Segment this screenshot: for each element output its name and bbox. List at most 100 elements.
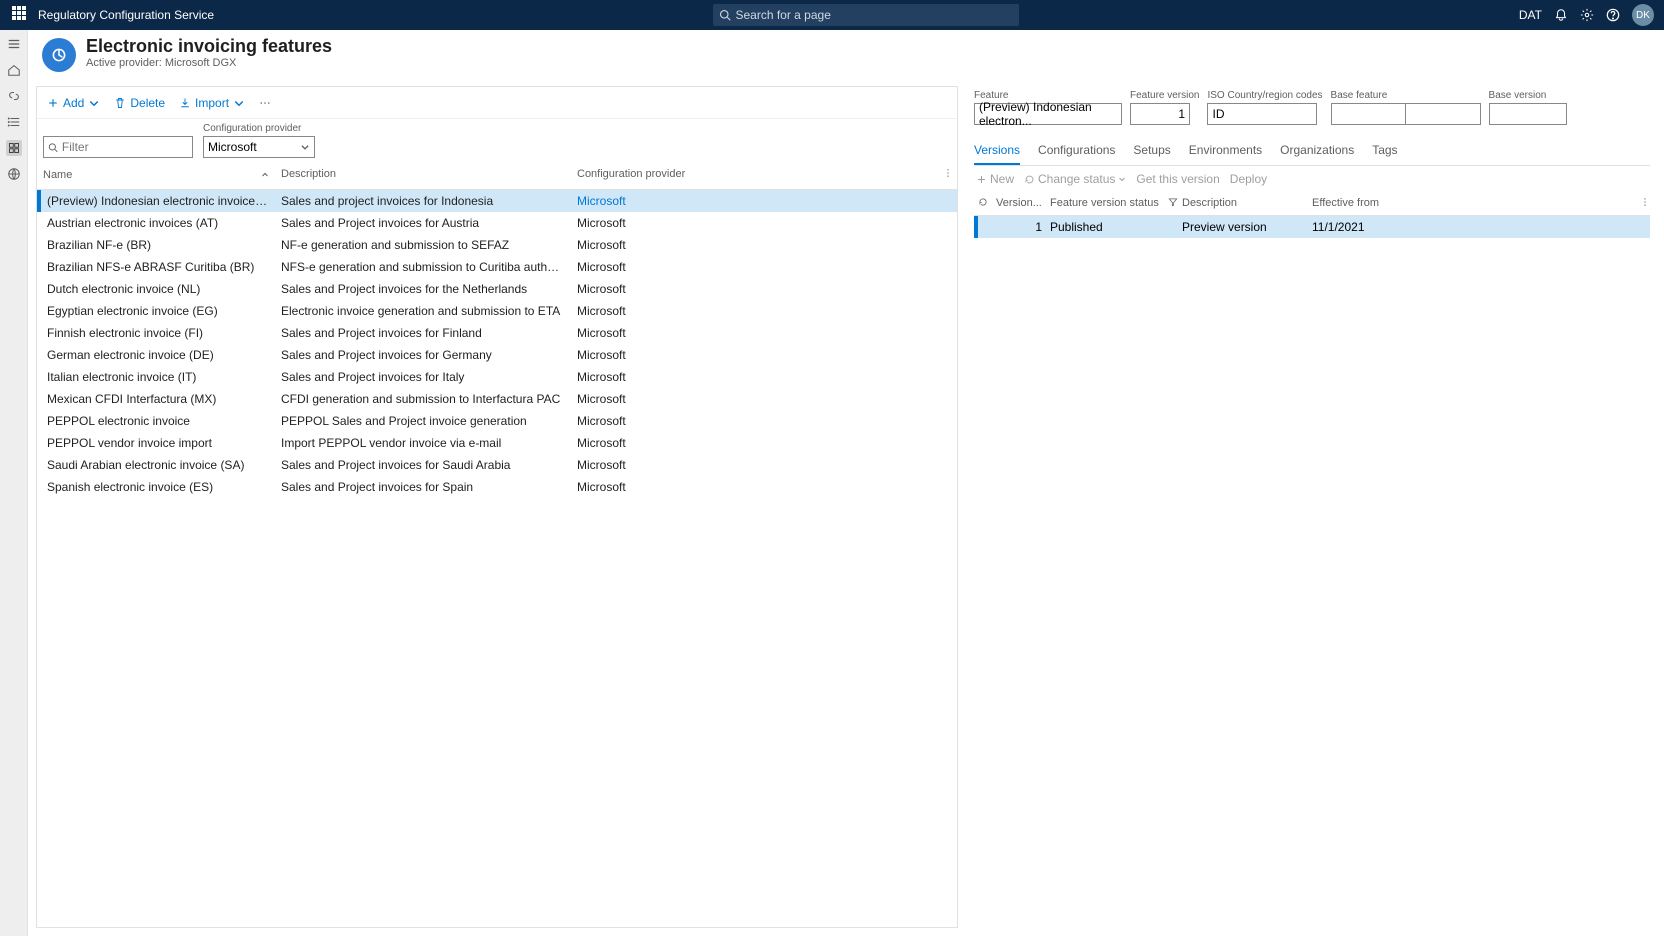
vcol-filter[interactable] xyxy=(1164,195,1178,212)
sort-asc-icon xyxy=(261,171,269,179)
table-row[interactable]: Dutch electronic invoice (NL) Sales and … xyxy=(37,278,957,300)
cell-description: Sales and Project invoices for Spain xyxy=(275,476,571,498)
change-status-button[interactable]: Change status xyxy=(1024,172,1126,186)
table-row[interactable]: Spanish electronic invoice (ES) Sales an… xyxy=(37,476,957,498)
company-label[interactable]: DAT xyxy=(1519,8,1542,22)
import-label: Import xyxy=(195,96,229,110)
vcol-version[interactable]: Version... xyxy=(992,195,1046,212)
cell-provider: Microsoft xyxy=(571,278,957,300)
vcol-refresh[interactable] xyxy=(974,195,992,212)
cell-description: NFS-e generation and submission to Curit… xyxy=(275,256,571,278)
cell-name: Brazilian NF-e (BR) xyxy=(41,234,275,256)
tab-versions[interactable]: Versions xyxy=(974,139,1020,165)
table-row[interactable]: Italian electronic invoice (IT) Sales an… xyxy=(37,366,957,388)
cell-provider: Microsoft xyxy=(571,454,957,476)
cell-provider: Microsoft xyxy=(571,234,957,256)
nav-globe-icon[interactable] xyxy=(6,166,22,182)
tab-setups[interactable]: Setups xyxy=(1133,139,1170,165)
table-row[interactable]: Austrian electronic invoices (AT) Sales … xyxy=(37,212,957,234)
chevron-down-icon xyxy=(233,97,245,109)
base-feature-value[interactable] xyxy=(1331,103,1481,125)
new-label: New xyxy=(990,172,1014,186)
new-button[interactable]: New xyxy=(976,172,1014,186)
feature-value[interactable]: (Preview) Indonesian electron... xyxy=(974,103,1122,125)
table-row[interactable]: Mexican CFDI Interfactura (MX) CFDI gene… xyxy=(37,388,957,410)
deploy-button[interactable]: Deploy xyxy=(1230,172,1267,186)
table-row[interactable]: Saudi Arabian electronic invoice (SA) Sa… xyxy=(37,454,957,476)
provider-select[interactable]: Microsoft xyxy=(203,136,315,158)
settings-icon[interactable] xyxy=(1580,8,1594,22)
refresh-icon xyxy=(978,197,988,207)
add-button[interactable]: Add xyxy=(43,94,104,112)
tab-configurations[interactable]: Configurations xyxy=(1038,139,1115,165)
chevron-down-icon xyxy=(1118,175,1126,183)
cell-provider: Microsoft xyxy=(571,190,957,212)
vcol-description[interactable]: Description xyxy=(1178,195,1308,212)
plus-icon xyxy=(976,174,987,185)
nav-home-icon[interactable] xyxy=(6,62,22,78)
chevron-down-icon xyxy=(88,97,100,109)
cell-description: Electronic invoice generation and submis… xyxy=(275,300,571,322)
base-version-value[interactable] xyxy=(1489,103,1567,125)
table-row[interactable]: Brazilian NFS-e ABRASF Curitiba (BR) NFS… xyxy=(37,256,957,278)
cell-name: Dutch electronic invoice (NL) xyxy=(41,278,275,300)
filter-text[interactable] xyxy=(62,140,188,154)
iso-value[interactable]: ID xyxy=(1207,103,1317,125)
overflow-button[interactable] xyxy=(255,95,275,111)
page-subtitle: Active provider: Microsoft DGX xyxy=(86,57,332,69)
cell-provider: Microsoft xyxy=(571,300,957,322)
table-row[interactable]: (Preview) Indonesian electronic invoice … xyxy=(37,190,957,212)
col-more[interactable] xyxy=(937,164,957,185)
help-icon[interactable] xyxy=(1606,8,1620,22)
table-row[interactable]: Finnish electronic invoice (FI) Sales an… xyxy=(37,322,957,344)
ellipsis-vertical-icon xyxy=(943,168,953,178)
col-description[interactable]: Description xyxy=(275,164,571,185)
refresh-icon xyxy=(1024,174,1035,185)
cell-description: Sales and Project invoices for Italy xyxy=(275,366,571,388)
cell-provider: Microsoft xyxy=(571,476,957,498)
cell-description: Sales and Project invoices for Austria xyxy=(275,212,571,234)
app-title: Regulatory Configuration Service xyxy=(38,8,214,22)
version-effective: 11/1/2021 xyxy=(1308,216,1650,238)
cell-name: Mexican CFDI Interfactura (MX) xyxy=(41,388,275,410)
table-row[interactable]: Brazilian NF-e (BR) NF-e generation and … xyxy=(37,234,957,256)
get-label: Get this version xyxy=(1136,172,1219,186)
table-row[interactable]: Egyptian electronic invoice (EG) Electro… xyxy=(37,300,957,322)
global-search[interactable]: Search for a page xyxy=(713,4,1019,26)
feature-icon xyxy=(42,38,76,72)
notifications-icon[interactable] xyxy=(1554,8,1568,22)
col-provider[interactable]: Configuration provider xyxy=(571,164,937,185)
table-row[interactable]: PEPPOL vendor invoice import Import PEPP… xyxy=(37,432,957,454)
tab-tags[interactable]: Tags xyxy=(1372,139,1397,165)
import-icon xyxy=(179,97,191,109)
table-row[interactable]: PEPPOL electronic invoice PEPPOL Sales a… xyxy=(37,410,957,432)
nav-list-icon[interactable] xyxy=(6,114,22,130)
cell-name: Saudi Arabian electronic invoice (SA) xyxy=(41,454,275,476)
table-row[interactable]: German electronic invoice (DE) Sales and… xyxy=(37,344,957,366)
version-row[interactable]: 1 Published Preview version 11/1/2021 xyxy=(974,216,1650,238)
nav-menu-icon[interactable] xyxy=(6,36,22,52)
tab-organizations[interactable]: Organizations xyxy=(1280,139,1354,165)
cell-provider: Microsoft xyxy=(571,388,957,410)
cell-provider: Microsoft xyxy=(571,432,957,454)
cell-provider: Microsoft xyxy=(571,344,957,366)
delete-button[interactable]: Delete xyxy=(110,94,169,112)
import-button[interactable]: Import xyxy=(175,94,249,112)
app-launcher-icon[interactable] xyxy=(12,6,30,24)
cell-description: NF-e generation and submission to SEFAZ xyxy=(275,234,571,256)
vcol-more[interactable] xyxy=(1636,195,1650,212)
cell-provider: Microsoft xyxy=(571,322,957,344)
tab-environments[interactable]: Environments xyxy=(1189,139,1262,165)
nav-link-icon[interactable] xyxy=(6,88,22,104)
vcol-status[interactable]: Feature version status xyxy=(1046,195,1164,212)
search-icon xyxy=(48,142,58,153)
nav-workspace-icon[interactable] xyxy=(6,140,22,156)
cell-name: Finnish electronic invoice (FI) xyxy=(41,322,275,344)
get-version-button[interactable]: Get this version xyxy=(1136,172,1219,186)
add-label: Add xyxy=(63,96,84,110)
user-avatar[interactable]: DK xyxy=(1632,4,1654,26)
col-name[interactable]: Name xyxy=(37,164,275,185)
vcol-effective[interactable]: Effective from xyxy=(1308,195,1636,212)
filter-input[interactable] xyxy=(43,136,193,158)
feature-version-value[interactable]: 1 xyxy=(1130,103,1190,125)
